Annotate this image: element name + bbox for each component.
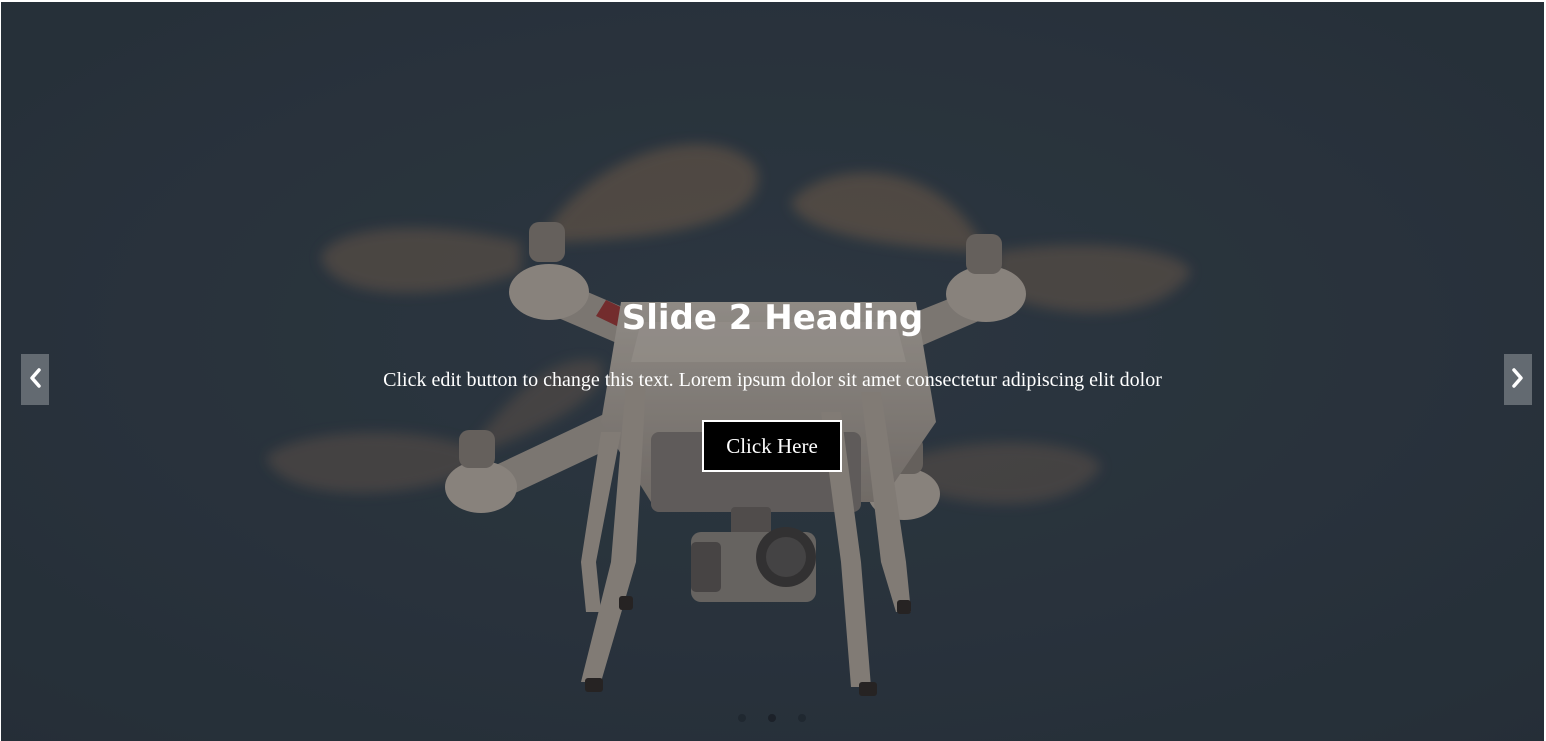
chevron-left-icon (28, 367, 42, 392)
slide-dot-3[interactable] (798, 714, 806, 722)
chevron-right-icon (1511, 367, 1525, 392)
click-here-button[interactable]: Click Here (702, 420, 842, 472)
slide-dot-2[interactable] (768, 714, 776, 722)
slide-pagination (1, 714, 1544, 724)
slide-dot-1[interactable] (738, 714, 746, 722)
previous-slide-button[interactable] (21, 354, 49, 405)
image-slider: Slide 2 Heading Click edit button to cha… (1, 2, 1544, 741)
slide-description: Click edit button to change this text. L… (383, 369, 1162, 391)
slide-heading: Slide 2 Heading (621, 298, 924, 338)
next-slide-button[interactable] (1504, 354, 1532, 405)
slide-caption: Slide 2 Heading Click edit button to cha… (1, 2, 1544, 741)
